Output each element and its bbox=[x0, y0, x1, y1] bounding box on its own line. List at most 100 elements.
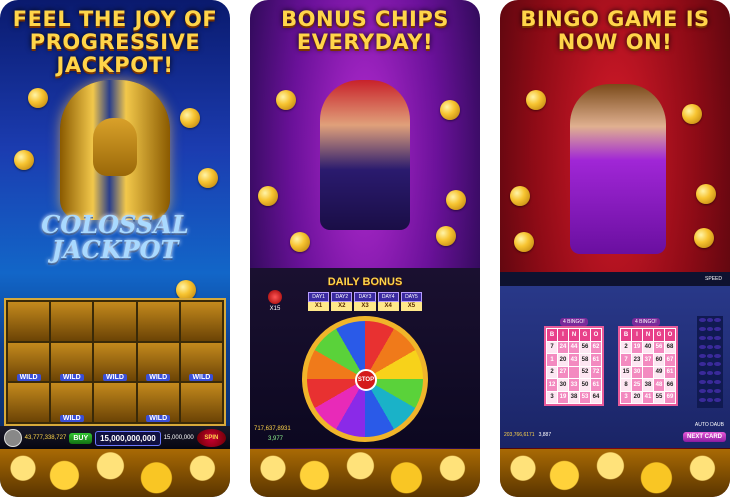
reel-symbol-wild: WILD bbox=[137, 342, 179, 382]
bingo-number[interactable]: 40 bbox=[643, 341, 653, 353]
coin-pile bbox=[250, 449, 480, 497]
bingo-hud bbox=[500, 272, 730, 286]
screenshot-strip: FEEL THE JOY OF PROGRESSIVE JACKPOT! COL… bbox=[0, 0, 730, 497]
bingo-number[interactable]: 62 bbox=[591, 341, 601, 353]
bingo-number[interactable]: 67 bbox=[665, 354, 675, 366]
bingo-number[interactable]: 19 bbox=[632, 341, 642, 353]
reel-symbol-wild: WILD bbox=[94, 342, 136, 382]
bingo-number[interactable]: 12 bbox=[547, 379, 557, 391]
bingo-number[interactable]: 41 bbox=[643, 391, 653, 403]
bingo-number[interactable]: 48 bbox=[654, 379, 664, 391]
bingo-number[interactable]: 30 bbox=[632, 366, 642, 378]
bingo-number[interactable]: 55 bbox=[654, 391, 664, 403]
coin-icon bbox=[510, 186, 530, 206]
hostess-artwork bbox=[320, 80, 410, 230]
bingo-header: O bbox=[591, 329, 601, 341]
bingo-number[interactable]: 2 bbox=[547, 366, 557, 378]
bingo-number[interactable]: 53 bbox=[580, 391, 590, 403]
bonus-multiplier: X2 bbox=[331, 302, 353, 311]
bonus-chip-icon bbox=[268, 290, 282, 304]
reel-symbol bbox=[180, 383, 222, 422]
bingo-header: I bbox=[632, 329, 642, 341]
bingo-number[interactable]: 38 bbox=[643, 379, 653, 391]
headline: BINGO GAME IS NOW ON! bbox=[500, 8, 730, 54]
bingo-number[interactable]: 56 bbox=[580, 341, 590, 353]
bingo-number[interactable]: 72 bbox=[591, 366, 601, 378]
stop-button[interactable]: STOP bbox=[355, 369, 377, 391]
bingo-number[interactable]: 61 bbox=[591, 354, 601, 366]
buy-button[interactable]: BUY bbox=[69, 432, 93, 444]
bingo-count-badge: 4 BINGO! bbox=[632, 318, 660, 326]
coin-balance: 43,777,338,727 bbox=[24, 435, 67, 441]
bingo-number[interactable]: 3 bbox=[547, 391, 557, 403]
bingo-number[interactable]: 2 bbox=[621, 341, 631, 353]
slot-hud: 43,777,338,727 BUY 15,000,000,000 15,000… bbox=[0, 426, 230, 450]
bingo-number[interactable]: 27 bbox=[558, 366, 568, 378]
coin-icon bbox=[180, 108, 200, 128]
bingo-card[interactable]: B I N G O 7 24 44 56 62 1 20 43 58 61 2 … bbox=[544, 326, 604, 406]
bingo-number[interactable]: 15 bbox=[621, 366, 631, 378]
bonus-wheel[interactable]: STOP bbox=[302, 316, 428, 442]
level-display: 3,977 bbox=[268, 436, 284, 442]
bingo-number[interactable]: 24 bbox=[558, 341, 568, 353]
bingo-number[interactable]: 25 bbox=[632, 379, 642, 391]
spin-button[interactable]: SPIN bbox=[196, 429, 226, 447]
bingo-number[interactable]: 8 bbox=[621, 379, 631, 391]
bingo-number[interactable]: 56 bbox=[654, 341, 664, 353]
bingo-number[interactable]: 58 bbox=[580, 354, 590, 366]
bingo-number[interactable]: 38 bbox=[569, 391, 579, 403]
reel-symbol-wild: WILD bbox=[51, 342, 93, 382]
coin-icon bbox=[694, 228, 714, 248]
bingo-number[interactable]: 64 bbox=[591, 391, 601, 403]
bingo-number[interactable]: 30 bbox=[558, 379, 568, 391]
avatar[interactable] bbox=[4, 429, 22, 447]
bingo-number[interactable]: 43 bbox=[569, 354, 579, 366]
bingo-number[interactable]: 69 bbox=[665, 391, 675, 403]
bingo-number[interactable]: 1 bbox=[547, 354, 557, 366]
auto-daub-toggle[interactable]: AUTO DAUB bbox=[695, 422, 724, 428]
bingo-number[interactable]: 61 bbox=[591, 379, 601, 391]
reel-symbol bbox=[8, 302, 50, 341]
bingo-header: B bbox=[547, 329, 557, 341]
coin-balance: 717,637,8931 bbox=[254, 426, 291, 432]
bingo-number[interactable]: 20 bbox=[632, 391, 642, 403]
coin-icon bbox=[696, 184, 716, 204]
bingo-number[interactable]: 20 bbox=[558, 354, 568, 366]
bingo-number[interactable]: 23 bbox=[632, 354, 642, 366]
bingo-header: B bbox=[621, 329, 631, 341]
bingo-number[interactable]: 3 bbox=[621, 391, 631, 403]
bingo-number[interactable]: 61 bbox=[665, 366, 675, 378]
bingo-header: G bbox=[580, 329, 590, 341]
coin-pile bbox=[0, 449, 230, 497]
host-artwork bbox=[570, 84, 666, 254]
bingo-number[interactable]: 7 bbox=[547, 341, 557, 353]
bet-amount[interactable]: 15,000,000 bbox=[164, 435, 194, 441]
speed-control[interactable]: SPEED bbox=[705, 276, 722, 282]
coin-icon bbox=[276, 90, 296, 110]
bingo-number[interactable]: 44 bbox=[569, 341, 579, 353]
bingo-number[interactable]: 52 bbox=[580, 366, 590, 378]
bingo-number[interactable]: 66 bbox=[665, 379, 675, 391]
bingo-number[interactable]: 49 bbox=[654, 366, 664, 378]
next-card-button[interactable]: NEXT CARD bbox=[682, 432, 726, 442]
bonus-multiplier: X4 bbox=[377, 302, 399, 311]
bingo-stats: 203,766,6171 3,887 bbox=[504, 432, 551, 438]
bingo-number[interactable]: 19 bbox=[558, 391, 568, 403]
reel-symbol-wild: WILD bbox=[8, 342, 50, 382]
bingo-count-badge: 4 BINGO! bbox=[560, 318, 588, 326]
bingo-number[interactable]: 68 bbox=[665, 341, 675, 353]
bingo-number[interactable]: 7 bbox=[621, 354, 631, 366]
promo-card-jackpot: FEEL THE JOY OF PROGRESSIVE JACKPOT! COL… bbox=[0, 0, 230, 497]
bingo-number[interactable]: 60 bbox=[654, 354, 664, 366]
bonus-day: DAY2 bbox=[331, 292, 353, 302]
reel-symbol bbox=[137, 302, 179, 341]
bingo-number[interactable]: 50 bbox=[580, 379, 590, 391]
reel-symbol bbox=[51, 302, 93, 341]
bonus-side-panel: X15 bbox=[268, 290, 282, 312]
bingo-number[interactable]: 33 bbox=[569, 379, 579, 391]
reel-symbol-wild: WILD bbox=[51, 383, 93, 422]
slot-reels: WILD WILD WILD WILD WILD WILD WILD bbox=[4, 298, 226, 426]
bingo-card[interactable]: B I N G O 2 19 40 56 68 7 23 37 60 67 15… bbox=[618, 326, 678, 406]
coin-icon bbox=[258, 186, 278, 206]
bingo-number[interactable]: 37 bbox=[643, 354, 653, 366]
